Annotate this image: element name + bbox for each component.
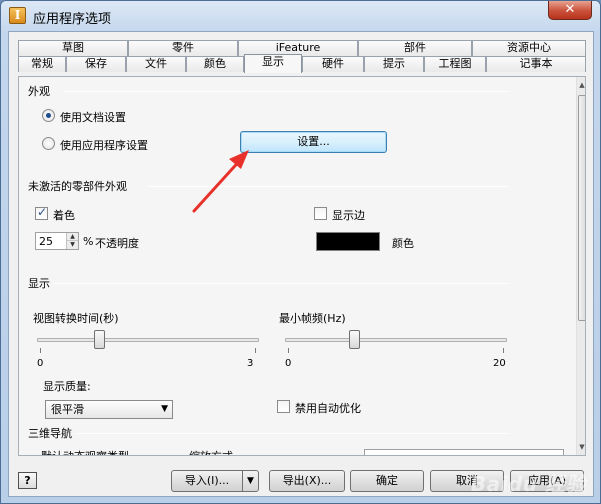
annotation-arrow-head (229, 150, 249, 169)
annotation-arrow-shape (192, 150, 249, 213)
app-options-window: I 应用程序选项 ✕ 草图 零件 iFeature 部件 资源中心 常规 保存 … (0, 0, 601, 504)
tab-display[interactable]: 显示 (244, 54, 302, 73)
watermark: Baidu 经验 (470, 472, 586, 496)
annotation-arrow-shaft (192, 155, 245, 213)
annotation-arrow (192, 150, 249, 213)
